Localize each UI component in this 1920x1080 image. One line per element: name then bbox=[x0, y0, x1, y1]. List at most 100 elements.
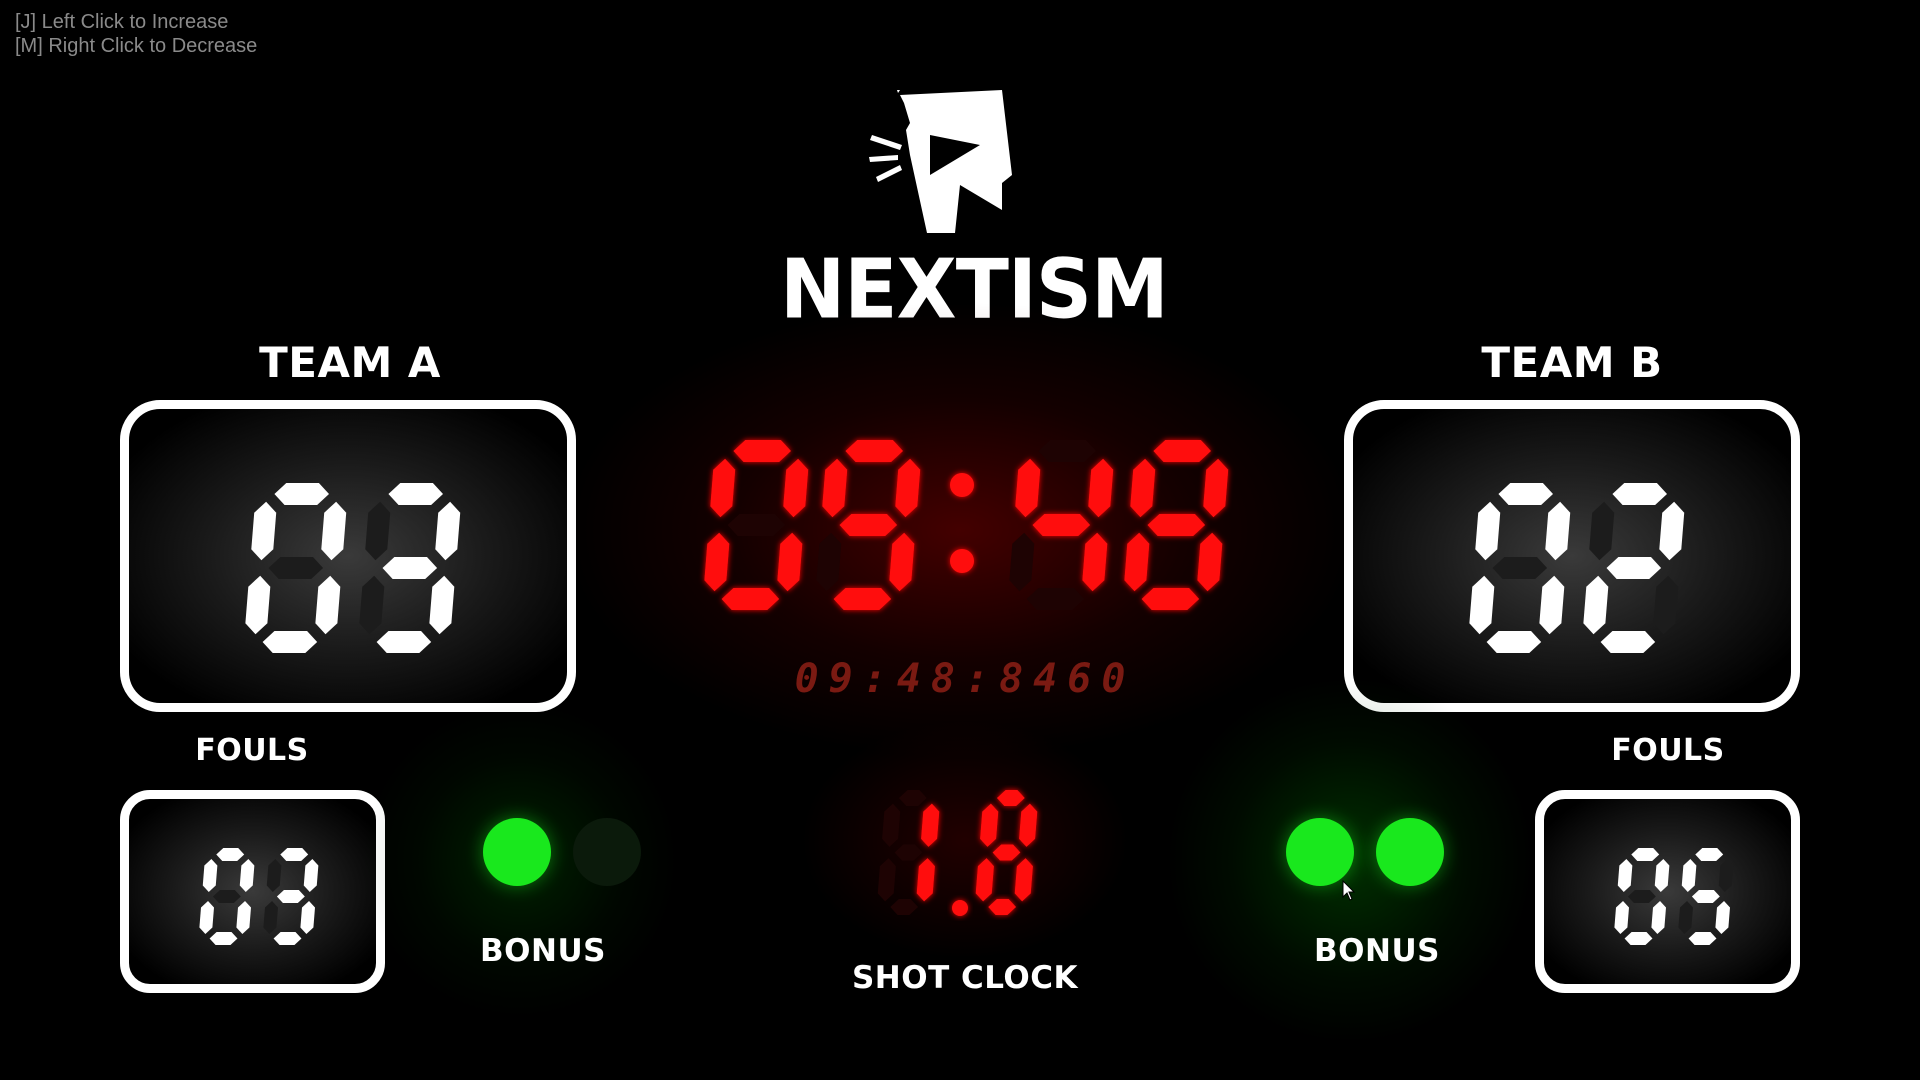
team-a-score-1-digit bbox=[359, 483, 461, 653]
team-b-score-1-segment-b-on bbox=[1659, 501, 1685, 561]
shot-clock-whole-digit bbox=[877, 790, 940, 915]
game-clock-min-1-segment-d-on bbox=[833, 588, 892, 610]
team-a-fouls-display bbox=[199, 848, 319, 945]
game-clock-min-0-segment-g-off bbox=[727, 514, 786, 536]
team-a-fouls-0-segment-b-on bbox=[239, 859, 255, 892]
game-clock-sec-0-segment-e-off bbox=[1009, 532, 1035, 592]
team-b-score-0-segment-c-on bbox=[1539, 575, 1565, 635]
team-a-score-0-segment-e-on bbox=[245, 575, 271, 635]
team-b-score-0-segment-b-on bbox=[1545, 501, 1571, 561]
game-clock-min-1-digit bbox=[816, 440, 921, 610]
team-b-bonus-light-2[interactable] bbox=[1376, 818, 1444, 886]
team-a-fouls-0-segment-c-on bbox=[236, 901, 251, 934]
game-clock-min-0-segment-c-on bbox=[777, 532, 803, 592]
team-a-fouls-1-segment-e-off bbox=[263, 901, 278, 934]
shot-clock-whole-segment-f-off bbox=[882, 803, 901, 847]
shot-clock-tenths-digit bbox=[975, 790, 1038, 915]
game-clock-sec-0-segment-c-on bbox=[1082, 532, 1108, 592]
game-clock-sec-1-digit bbox=[1124, 440, 1229, 610]
game-clock-min-0-digit bbox=[704, 440, 809, 610]
game-clock-min-1-segment-a-on bbox=[845, 440, 904, 462]
team-a-fouls-1-segment-d-on bbox=[273, 932, 302, 945]
team-b-fouls-0-segment-d-on bbox=[1624, 932, 1653, 945]
team-b-score-1-segment-g-on bbox=[1606, 557, 1662, 579]
team-a-score-0-segment-d-on bbox=[262, 631, 318, 653]
game-clock-sec-0-segment-g-on bbox=[1032, 514, 1091, 536]
shot-clock-tenths-segment-c-on bbox=[1014, 858, 1033, 902]
game-clock-detail: 09:48:8460 bbox=[794, 656, 1136, 702]
team-a-score-0-segment-a-on bbox=[274, 483, 330, 505]
shot-clock-label: SHOT CLOCK bbox=[851, 960, 1079, 996]
team-b-score-1-digit bbox=[1583, 483, 1685, 653]
team-a-score-1-segment-g-on bbox=[382, 557, 438, 579]
team-b-fouls-0-segment-a-on bbox=[1631, 848, 1660, 861]
scoreboard: [J] Left Click to Increase [M] Right Cli… bbox=[0, 0, 1920, 1080]
game-clock-sec-0-segment-f-on bbox=[1015, 458, 1041, 518]
shot-clock-tenths-segment-a-on bbox=[996, 790, 1025, 806]
team-b-score-1-segment-d-on bbox=[1600, 631, 1656, 653]
team-a-score-1-segment-e-off bbox=[359, 575, 385, 635]
shot-clock-decimal-point bbox=[952, 900, 968, 916]
team-b-score-0-segment-g-off bbox=[1492, 557, 1548, 579]
shot-clock-whole-segment-e-off bbox=[877, 858, 896, 902]
team-a-score-0-digit bbox=[245, 483, 347, 653]
game-clock-min-0-segment-a-on bbox=[733, 440, 792, 462]
team-a-fouls-0-segment-d-on bbox=[209, 932, 238, 945]
team-b-bonus-label: BONUS bbox=[1314, 933, 1440, 969]
team-a-fouls-0-segment-a-on bbox=[216, 848, 245, 861]
team-b-name: TEAM B bbox=[1481, 338, 1663, 387]
game-clock-sec-0-digit bbox=[1009, 440, 1114, 610]
team-b-fouls-label: FOULS bbox=[1611, 733, 1725, 768]
game-clock-min-1-segment-g-on bbox=[839, 514, 898, 536]
team-a-fouls-1-segment-g-on bbox=[276, 890, 305, 903]
decrease-hint: [M] Right Click to Decrease bbox=[15, 35, 258, 57]
game-clock-display[interactable] bbox=[692, 430, 1232, 630]
team-b-bonus-light-1[interactable] bbox=[1286, 818, 1354, 886]
team-a-fouls-label: FOULS bbox=[195, 733, 309, 768]
team-a-fouls-0-digit bbox=[199, 848, 255, 945]
team-b-score-0-segment-f-on bbox=[1475, 501, 1501, 561]
team-a-fouls-1-segment-f-off bbox=[266, 859, 282, 892]
shot-clock-whole-segment-g-off bbox=[894, 844, 923, 861]
team-b-bonus-lights[interactable] bbox=[1286, 818, 1446, 886]
team-a-score-0-segment-g-off bbox=[268, 557, 324, 579]
nextism-logo-icon bbox=[869, 90, 1012, 233]
team-b-fouls-1-segment-e-off bbox=[1678, 901, 1693, 934]
shot-clock-display[interactable] bbox=[871, 785, 1061, 925]
team-b-score-1-segment-e-on bbox=[1583, 575, 1609, 635]
team-a-score-0-segment-b-on bbox=[321, 501, 347, 561]
game-clock-sec-1-segment-d-on bbox=[1141, 588, 1200, 610]
game-clock-colon-dot-1 bbox=[950, 549, 974, 573]
team-a-score-box[interactable]: 03 bbox=[120, 400, 576, 712]
team-b-fouls-0-segment-b-on bbox=[1654, 859, 1670, 892]
game-clock-sec-1-segment-e-on bbox=[1124, 532, 1150, 592]
game-clock-min-0-segment-f-on bbox=[710, 458, 736, 518]
shot-clock-tenths-segment-d-on bbox=[988, 899, 1017, 915]
team-a-bonus-light-1[interactable] bbox=[483, 818, 551, 886]
game-clock-sec-0-segment-a-off bbox=[1038, 440, 1097, 462]
game-clock-min-0-segment-e-on bbox=[704, 532, 730, 592]
logo-wordmark: NEXTISM bbox=[780, 242, 1169, 338]
team-b-score-box[interactable]: 02 bbox=[1344, 400, 1800, 712]
team-b-score-0-segment-d-on bbox=[1486, 631, 1542, 653]
shot-clock-tenths-segment-g-on bbox=[992, 844, 1021, 861]
team-a-fouls-0-segment-e-on bbox=[199, 901, 214, 934]
team-b-score-1-segment-a-on bbox=[1612, 483, 1668, 505]
team-a-fouls-1-digit bbox=[263, 848, 319, 945]
team-b-fouls-1-segment-b-off bbox=[1718, 859, 1734, 892]
team-a-fouls-1-segment-c-on bbox=[300, 901, 315, 934]
shot-clock-tenths-segment-e-on bbox=[975, 858, 994, 902]
team-b-fouls-box[interactable]: 05 bbox=[1535, 790, 1800, 993]
team-a-fouls-0-segment-g-off bbox=[212, 890, 241, 903]
game-clock-sec-1-segment-f-on bbox=[1130, 458, 1156, 518]
team-a-bonus-lights[interactable] bbox=[483, 818, 653, 886]
game-clock-colon-dot-0 bbox=[950, 473, 974, 497]
team-a-bonus-light-2[interactable] bbox=[573, 818, 641, 886]
team-b-score-1-segment-f-off bbox=[1589, 501, 1615, 561]
team-b-score-0-digit bbox=[1469, 483, 1571, 653]
team-b-fouls-1-segment-a-on bbox=[1695, 848, 1724, 861]
team-a-fouls-box[interactable]: 03 bbox=[120, 790, 385, 993]
game-clock-sec-1-segment-c-on bbox=[1197, 532, 1223, 592]
team-a-score-1-segment-b-on bbox=[435, 501, 461, 561]
team-a-score-0-segment-c-on bbox=[315, 575, 341, 635]
